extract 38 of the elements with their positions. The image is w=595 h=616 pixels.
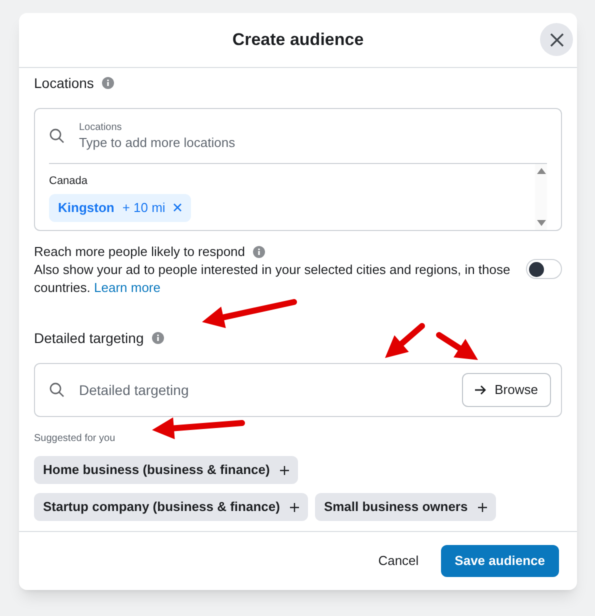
country-label: Canada (49, 174, 89, 189)
section-label: Detailed targeting (34, 328, 144, 348)
location-chip[interactable]: Kingston + 10 mi (49, 194, 192, 222)
plus-icon (478, 502, 487, 512)
learn-more-link[interactable]: Learn more (94, 280, 160, 295)
info-icon (152, 332, 164, 344)
close-button[interactable] (540, 23, 573, 56)
chip-radius: + 10 mi (122, 198, 166, 217)
location-input[interactable]: Type to add more locations (79, 134, 379, 152)
plus-icon (290, 502, 299, 512)
info-icon (102, 77, 114, 89)
suggestion-chip[interactable]: Home business (business & finance) (34, 456, 298, 484)
annotation-arrow (385, 323, 425, 358)
browse-button[interactable]: Browse (462, 373, 551, 407)
field-label: Locations (79, 120, 123, 134)
annotation-arrow (436, 332, 478, 360)
scrollbar[interactable] (535, 164, 547, 230)
suggestion-chip[interactable]: Small business owners (314, 493, 496, 521)
suggestions-label: Suggested for you (34, 432, 116, 446)
option-title: Reach more people likely to respond (34, 243, 246, 261)
dialog-title: Create audience (232, 29, 364, 52)
targeting-field[interactable]: Detailed targeting Browse (34, 363, 562, 417)
cancel-button[interactable]: Cancel (364, 545, 433, 577)
section-label: Locations (34, 74, 94, 92)
scroll-down-icon[interactable] (536, 220, 546, 226)
toggle-switch[interactable] (526, 259, 562, 279)
close-icon (550, 32, 564, 46)
search-icon (49, 128, 65, 144)
remove-icon[interactable] (173, 203, 182, 212)
arrow-right-icon (474, 385, 487, 395)
info-icon (253, 246, 266, 258)
option-description: Also show your ad to people interested in your selected cities and regions, in those countries. Learn more (34, 261, 512, 297)
suggestion-chip[interactable]: Startup company (business & finance) (34, 493, 308, 521)
plus-icon (280, 466, 289, 474)
save-audience-button[interactable]: Save audience (440, 545, 559, 577)
chip-name: Kingston (58, 198, 114, 217)
scroll-up-icon[interactable] (536, 168, 546, 174)
search-icon (49, 382, 65, 398)
